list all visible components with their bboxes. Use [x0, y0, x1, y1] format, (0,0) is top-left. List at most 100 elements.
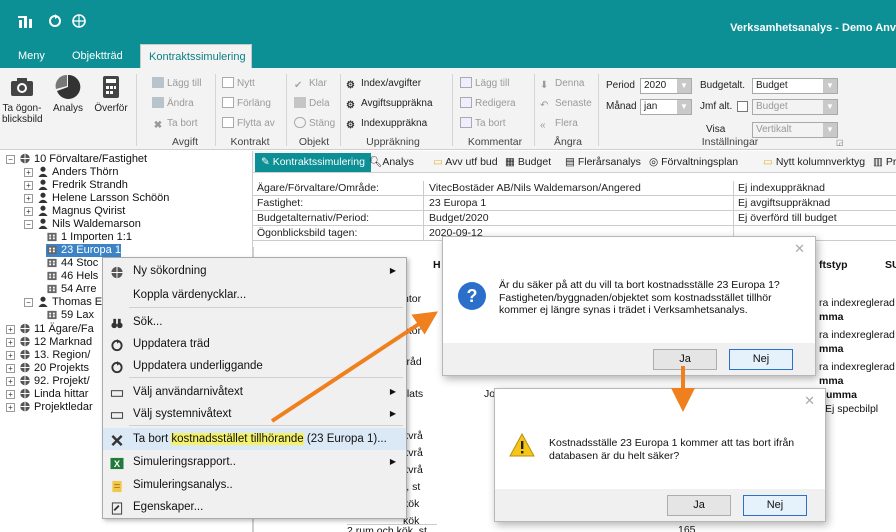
tree-node[interactable]: 46 Hels [46, 270, 98, 283]
dialog-1-yes-button[interactable]: Ja [653, 349, 717, 370]
collapse-icon[interactable]: − [6, 155, 15, 164]
expand-icon[interactable]: + [6, 390, 15, 399]
tree-node[interactable]: 44 Stoc [46, 257, 98, 270]
expand-icon[interactable]: + [6, 338, 15, 347]
ptab-forvaltningsplan[interactable]: ◎ Förvaltningsplan [647, 154, 738, 170]
close-icon[interactable]: ✕ [794, 241, 805, 257]
tab-meny[interactable]: Meny [10, 44, 53, 68]
tree-node-label: 1 Importen 1:1 [61, 231, 132, 243]
expand-icon[interactable]: + [24, 168, 33, 177]
context-menu-item[interactable]: Simuleringsanalys.. [103, 474, 406, 496]
snapshot-button[interactable]: Ta ögon- blicksbild [2, 74, 43, 125]
tree-node[interactable]: − 10 Förvaltare/Fastighet [6, 153, 147, 166]
jmf-checkbox[interactable] [737, 101, 748, 112]
objekt-done-button[interactable]: ✔ Klar [294, 76, 327, 91]
tree-node[interactable]: − Thomas E [24, 296, 102, 309]
app-logo-icon[interactable] [18, 14, 34, 31]
kontrakt-new-button[interactable]: Nytt [222, 76, 255, 91]
index-fees-button[interactable]: ⚙ Index/avgifter [346, 76, 421, 91]
ptab-progn[interactable]: ▥ Progn [871, 154, 896, 170]
sync-icon[interactable] [48, 14, 62, 31]
confirm-dialog-1: ✕ ? Är du säker på att du vill ta bort k… [442, 236, 816, 376]
context-menu-item[interactable]: Ny sökordning ▶ [103, 260, 406, 282]
collapse-icon[interactable]: − [24, 220, 33, 229]
index-uprate-button[interactable]: ⚙ Indexuppräkna [346, 116, 427, 131]
context-menu-item[interactable]: Ta bort kostnadsstället tillhörande (23 … [103, 428, 406, 450]
tree-node[interactable]: +12 Marknad [6, 336, 92, 349]
budgetalt-select[interactable]: Budget ▼ [752, 78, 838, 94]
objekt-split-button[interactable]: Dela [294, 96, 330, 111]
snapshot-label: Ta ögon- blicksbild [2, 103, 43, 125]
expand-icon[interactable]: + [6, 377, 15, 386]
ptab-analys[interactable]: 🔍︎Analys [367, 154, 414, 170]
tree-node[interactable]: +13. Region/ [6, 349, 90, 362]
kontrakt-move-button[interactable]: Flytta av [222, 116, 275, 131]
sheet-icon [110, 479, 124, 493]
collapse-icon[interactable]: − [24, 298, 33, 307]
tree-node[interactable]: 59 Lax [46, 309, 94, 322]
tree-node[interactable]: +11 Ägare/Fa [6, 323, 94, 336]
dialog-2-no-button[interactable]: Nej [743, 495, 807, 516]
manad-select[interactable]: jan ▼ [640, 99, 692, 115]
objekt-close-button[interactable]: Stäng [294, 116, 335, 131]
analys-button[interactable]: Analys [48, 74, 88, 114]
context-menu-item[interactable]: X Simuleringsrapport.. ▶ [103, 451, 406, 473]
tree-node[interactable]: 54 Arre [46, 283, 96, 296]
dialog-launcher-icon[interactable]: ◲ [836, 138, 844, 147]
tree-node[interactable]: + Projektledar [6, 401, 93, 414]
comment-edit-button[interactable]: Redigera [460, 96, 516, 111]
dialog-1-footer: Ja Nej [443, 343, 815, 375]
context-menu-item[interactable]: Välj systemnivåtext ▶ [103, 403, 406, 425]
close-icon[interactable]: ✕ [804, 393, 815, 409]
expand-icon[interactable]: + [6, 403, 15, 412]
comment-delete-button[interactable]: Ta bort [460, 116, 506, 131]
fee-uprate-button[interactable]: ⚙ Avgiftsuppräkna [346, 96, 433, 111]
period-select[interactable]: 2020 ▼ [640, 78, 692, 94]
expand-icon[interactable]: + [24, 181, 33, 190]
kontrakt-extend-button[interactable]: Förläng [222, 96, 271, 111]
jmf-select[interactable]: Budget ▼ [752, 99, 838, 115]
expand-icon[interactable]: + [24, 207, 33, 216]
context-menu-item[interactable]: Egenskaper... [103, 496, 406, 518]
tree-node[interactable]: + Helene Larsson Schöön [24, 192, 169, 205]
avgift-delete-button[interactable]: ✖ Ta bort [152, 116, 198, 131]
context-menu-item[interactable]: Välj användarnivåtext ▶ [103, 381, 406, 403]
tree-node[interactable]: 23 Europa 1 [46, 244, 121, 257]
expand-icon[interactable]: + [6, 325, 15, 334]
tree-node[interactable]: +20 Projekts [6, 362, 89, 375]
avgift-edit-button[interactable]: Ändra [152, 96, 194, 111]
dialog-2-yes-button[interactable]: Ja [667, 495, 731, 516]
tree-node[interactable]: 1 Importen 1:1 [46, 231, 132, 244]
avgift-add-button[interactable]: Lägg till [152, 76, 201, 91]
new-doc-icon [222, 77, 234, 88]
tree-node[interactable]: − Nils Waldemarson [24, 218, 141, 231]
context-menu-item[interactable]: Koppla värdenycklar... [103, 284, 406, 306]
tree-node[interactable]: + Fredrik Strandh [24, 179, 128, 192]
context-menu-item[interactable]: Uppdatera underliggande [103, 355, 406, 377]
comment-add-button[interactable]: Lägg till [460, 76, 509, 91]
ptab-budget[interactable]: ▦ Budget [503, 154, 551, 170]
group-label-avgift: Avgift [171, 136, 199, 148]
ptab-avv-utf-bud[interactable]: ▭ Avv utf bud [431, 154, 498, 170]
expand-icon[interactable]: + [6, 351, 15, 360]
undo-multiple-button[interactable]: «Flera [540, 116, 578, 131]
context-menu-item[interactable]: Sök... [103, 311, 406, 333]
tree-node[interactable]: +92. Projekt/ [6, 375, 90, 388]
tree-node[interactable]: + Anders Thörn [24, 166, 118, 179]
dialog-1-no-button[interactable]: Nej [729, 349, 793, 370]
overfor-button[interactable]: Överför [92, 74, 130, 114]
tree-node[interactable]: + Linda hittar [6, 388, 88, 401]
expand-icon[interactable]: + [6, 364, 15, 373]
tab-kontraktssimulering[interactable]: Kontraktssimulering [140, 44, 252, 68]
ptab-flerarsanalys[interactable]: ▤ Flerårsanalys [563, 154, 641, 170]
expand-icon[interactable]: + [24, 194, 33, 203]
undo-latest-button[interactable]: ↶ Senaste [540, 96, 592, 111]
ptab-kontraktssimulering[interactable]: ✎ Kontraktssimulering [255, 153, 371, 172]
context-menu-item[interactable]: Uppdatera träd [103, 333, 406, 355]
globe-icon[interactable] [72, 14, 86, 31]
overfor-label: Överför [94, 103, 128, 114]
tree-node[interactable]: + Magnus Qvirist [24, 205, 125, 218]
ptab-nytt-kolumnverktyg[interactable]: ▭ Nytt kolumnverktyg [761, 154, 865, 170]
undo-this-button[interactable]: ⬇ Denna [540, 76, 584, 91]
tab-objekttrad[interactable]: Objektträd [64, 44, 131, 68]
